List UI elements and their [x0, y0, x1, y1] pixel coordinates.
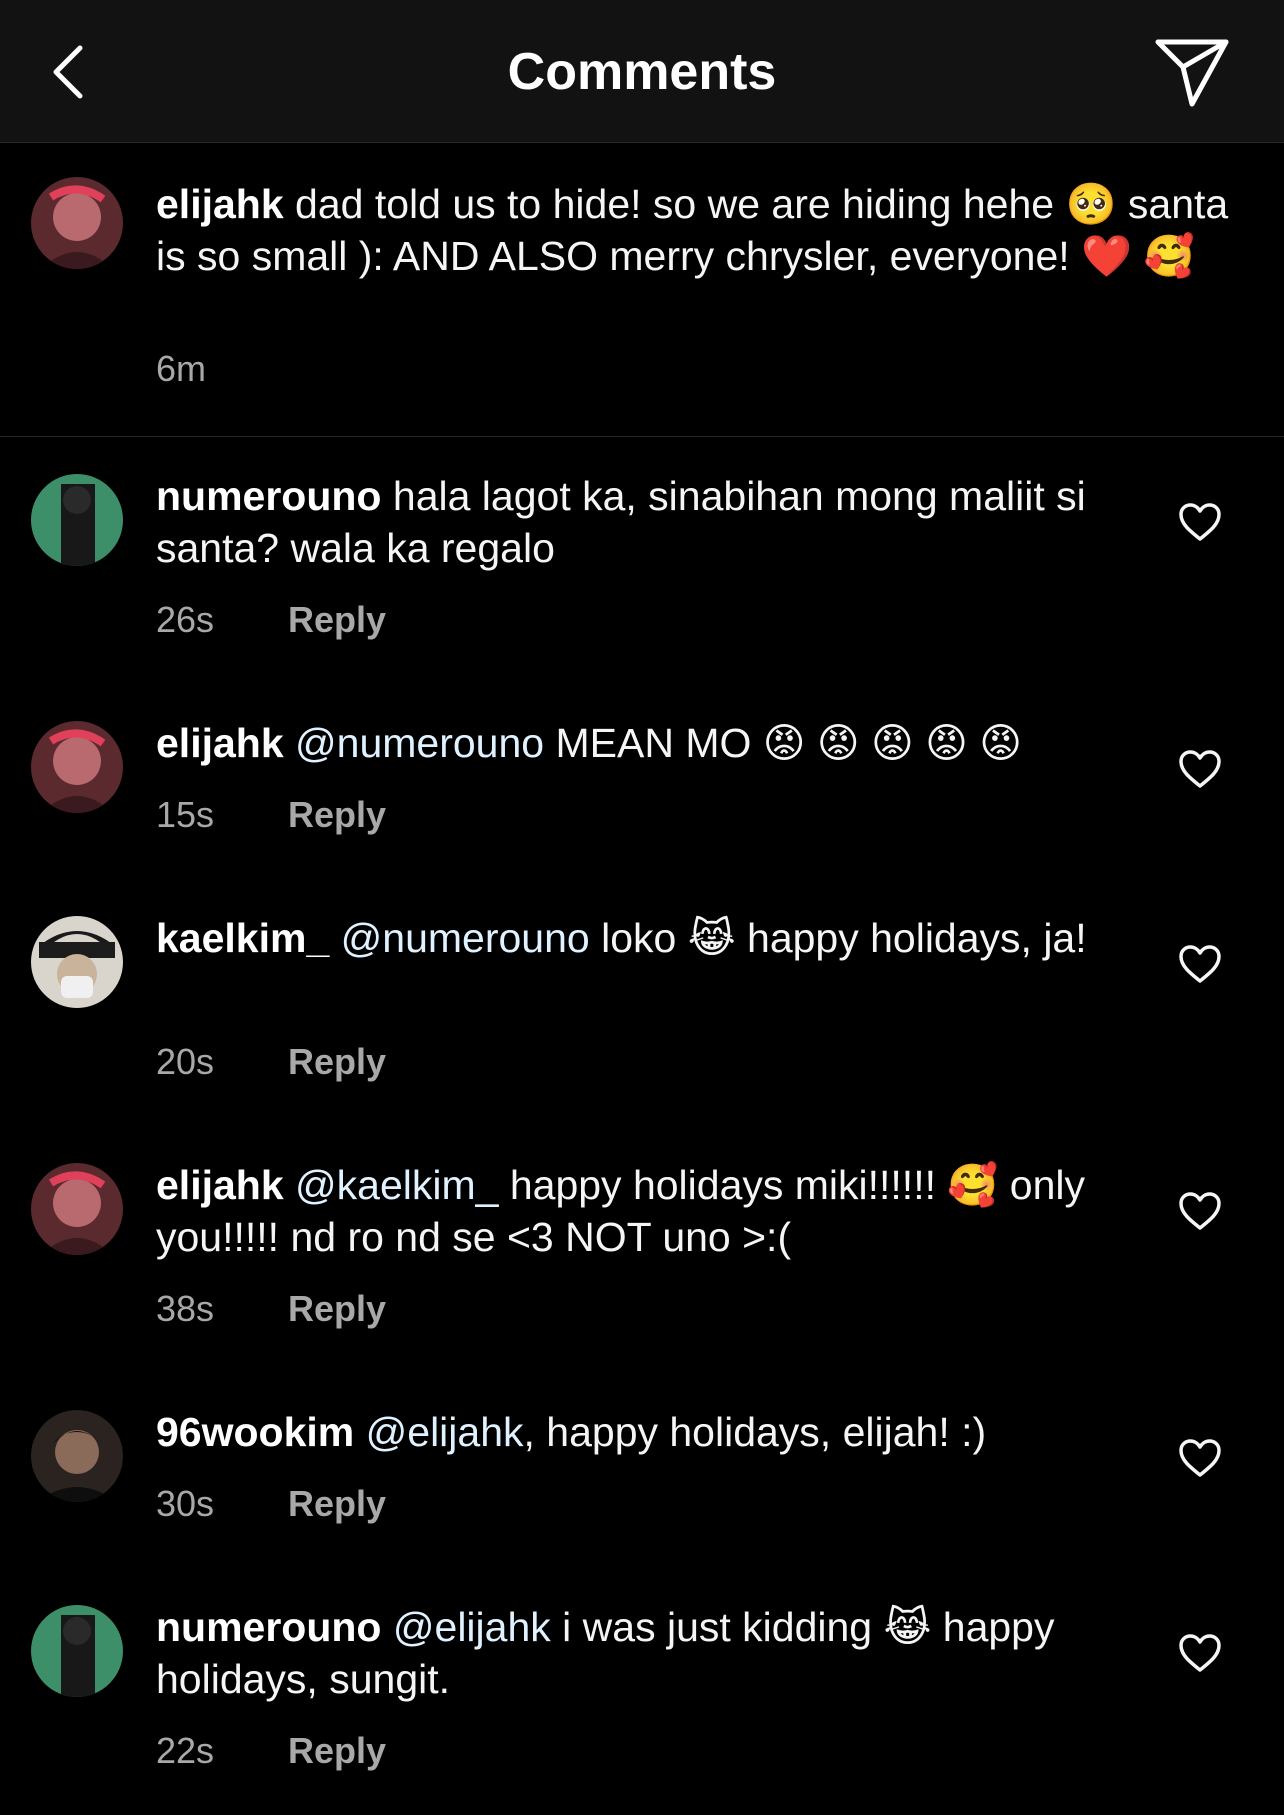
like-button[interactable] — [1178, 1438, 1222, 1478]
comment-username[interactable]: kaelkim_ — [156, 915, 329, 961]
comment-meta: 20s Reply — [156, 1040, 386, 1084]
avatar-image — [31, 721, 123, 813]
comment-mention[interactable]: @numerouno — [341, 915, 590, 961]
caption-meta: 6m — [156, 347, 278, 391]
comment-mention[interactable]: @elijahk — [366, 1409, 524, 1455]
avatar[interactable] — [31, 1163, 123, 1255]
comment-body: , happy holidays, elijah! :) — [523, 1409, 987, 1455]
comment-time: 26s — [156, 599, 215, 640]
like-button[interactable] — [1178, 1633, 1222, 1673]
like-button[interactable] — [1178, 749, 1222, 789]
heart-icon — [1179, 1634, 1221, 1672]
comment-time: 38s — [156, 1288, 215, 1329]
like-button[interactable] — [1178, 1191, 1222, 1231]
comment-meta: 22s Reply — [156, 1729, 386, 1773]
avatar[interactable] — [31, 916, 123, 1008]
comment-text: 96wookim @elijahk, happy holidays, elija… — [156, 1406, 1146, 1458]
heart-icon — [1179, 945, 1221, 983]
comment-mention[interactable]: @numerouno — [295, 720, 544, 766]
comment-time: 15s — [156, 794, 215, 835]
comment-username[interactable]: 96wookim — [156, 1409, 354, 1455]
comment-mention[interactable]: @kaelkim_ — [295, 1162, 498, 1208]
heart-icon — [1179, 503, 1221, 541]
avatar-image — [31, 1605, 123, 1697]
caption-time: 6m — [156, 348, 207, 389]
heart-icon — [1179, 1439, 1221, 1477]
avatar[interactable] — [31, 1605, 123, 1697]
comment-username[interactable]: numerouno — [156, 473, 381, 519]
comment-meta: 26s Reply — [156, 598, 386, 642]
comment-body: loko 😹 happy holidays, ja! — [601, 915, 1087, 961]
comment-text: numerouno @elijahk i was just kidding 😹 … — [156, 1601, 1146, 1705]
comment-username[interactable]: elijahk — [156, 1162, 284, 1208]
comment-meta: 30s Reply — [156, 1482, 386, 1526]
like-button[interactable] — [1178, 502, 1222, 542]
comment-time: 20s — [156, 1041, 215, 1082]
avatar-image — [31, 916, 123, 1008]
caption-body: dad told us to hide! so we are hiding he… — [156, 181, 1229, 279]
avatar-image — [31, 474, 123, 566]
heart-icon — [1179, 1192, 1221, 1230]
reply-button[interactable]: Reply — [288, 1730, 386, 1771]
send-button[interactable] — [1152, 34, 1232, 110]
comment-username[interactable]: numerouno — [156, 1604, 381, 1650]
comment-text: elijahk @kaelkim_ happy holidays miki!!!… — [156, 1159, 1146, 1263]
comment-mention[interactable]: @elijahk — [393, 1604, 551, 1650]
reply-button[interactable]: Reply — [288, 1041, 386, 1082]
like-button[interactable] — [1178, 944, 1222, 984]
avatar-image — [31, 177, 123, 269]
reply-button[interactable]: Reply — [288, 794, 386, 835]
caption-username[interactable]: elijahk — [156, 181, 284, 227]
comment-username[interactable]: elijahk — [156, 720, 284, 766]
comment-text: kaelkim_ @numerouno loko 😹 happy holiday… — [156, 912, 1146, 964]
reply-button[interactable]: Reply — [288, 1288, 386, 1329]
page-title: Comments — [507, 43, 777, 101]
comment-body: MEAN MO 😡 😡 😡 😡 😡 — [555, 720, 1023, 766]
comment-time: 30s — [156, 1483, 215, 1524]
heart-icon — [1179, 750, 1221, 788]
caption-text: elijahk dad told us to hide! so we are h… — [156, 178, 1236, 282]
caption: elijahk dad told us to hide! so we are h… — [0, 143, 1284, 437]
comment-text: elijahk @numerouno MEAN MO 😡 😡 😡 😡 😡 — [156, 717, 1146, 769]
comment-meta: 15s Reply — [156, 793, 386, 837]
reply-button[interactable]: Reply — [288, 599, 386, 640]
comment-time: 22s — [156, 1730, 215, 1771]
comment-meta: 38s Reply — [156, 1287, 386, 1331]
avatar-image — [31, 1410, 123, 1502]
header-bar: Comments — [0, 0, 1284, 143]
avatar-image — [31, 1163, 123, 1255]
avatar[interactable] — [31, 474, 123, 566]
paper-plane-icon — [1155, 39, 1229, 107]
avatar[interactable] — [31, 721, 123, 813]
reply-button[interactable]: Reply — [288, 1483, 386, 1524]
avatar[interactable] — [31, 1410, 123, 1502]
comment-text: numerouno hala lagot ka, sinabihan mong … — [156, 470, 1146, 574]
avatar[interactable] — [31, 177, 123, 269]
